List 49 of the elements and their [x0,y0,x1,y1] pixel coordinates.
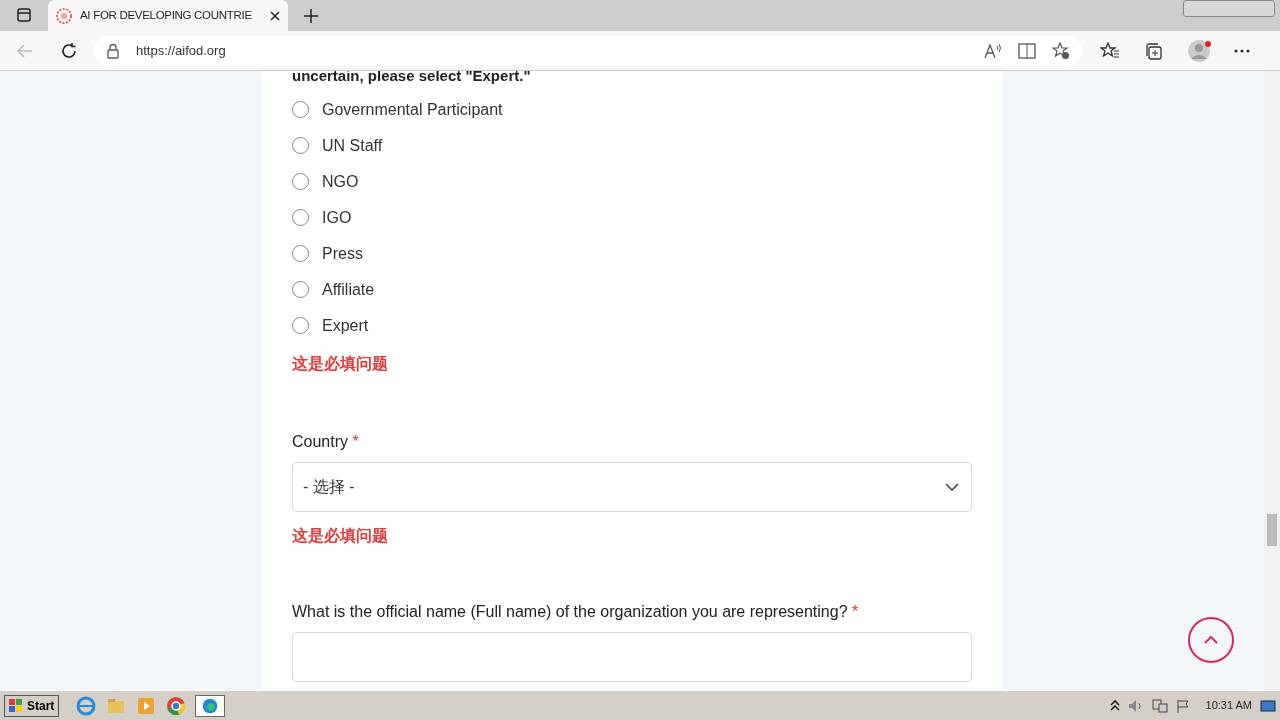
radio-option[interactable]: Press [292,235,972,272]
radio-button[interactable] [292,209,309,226]
collections-icon[interactable] [1144,41,1162,60]
window-controls[interactable] [1183,0,1275,17]
more-icon[interactable] [1234,48,1250,53]
chevron-up-icon [1204,636,1218,644]
radio-option[interactable]: Affiliate [292,271,972,308]
ie-icon[interactable] [75,694,98,717]
country-select[interactable]: - 选择 - [292,461,972,512]
tab-title: AI FOR DEVELOPING COUNTRIE [80,7,253,23]
error-message: 这是必填问题 [292,525,389,546]
profile-avatar-icon[interactable] [1188,38,1212,63]
radio-option[interactable]: Governmental Participant [292,91,972,128]
browser-tab[interactable]: AI FOR DEVELOPING COUNTRIE [48,0,288,31]
radio-option[interactable]: NGO [292,163,972,200]
refresh-icon[interactable] [60,41,78,60]
radio-button[interactable] [292,137,309,154]
chrome-icon[interactable] [165,694,188,717]
volume-icon[interactable] [1127,698,1144,713]
reader-view-icon[interactable] [1018,42,1036,59]
lock-icon[interactable] [106,42,120,59]
close-icon[interactable] [270,10,280,21]
windows-logo-icon [9,698,23,713]
radio-option[interactable]: IGO [292,199,972,236]
radio-button[interactable] [292,317,309,334]
start-button[interactable]: Start [4,694,60,717]
radio-button[interactable] [292,173,309,190]
field-label: Country * [292,431,360,452]
flag-icon[interactable] [1175,698,1190,713]
radio-button[interactable] [292,245,309,262]
show-desktop-icon[interactable] [1260,698,1276,713]
tab-layout-icon[interactable] [17,8,31,22]
read-aloud-icon[interactable] [984,42,1002,59]
site-logo-icon [56,7,72,24]
new-tab-icon[interactable] [304,9,318,23]
show-hidden-icons-icon[interactable] [1109,699,1120,712]
radio-option[interactable]: UN Staff [292,127,972,164]
chevron-down-icon [945,482,959,491]
scroll-to-top-button[interactable] [1188,617,1234,663]
favorites-icon[interactable] [1100,41,1120,60]
network-icon[interactable] [1151,698,1168,713]
add-favorite-icon[interactable] [1052,41,1070,60]
edge-icon[interactable] [195,694,226,717]
radio-button[interactable] [292,281,309,298]
radio-button[interactable] [292,101,309,118]
radio-option[interactable]: Expert [292,307,972,344]
clock: 10:31 AM [1205,698,1252,714]
field-label: What is the official name (Full name) of the organization you are representing? * [292,601,860,622]
error-message: 这是必填问题 [292,353,389,374]
